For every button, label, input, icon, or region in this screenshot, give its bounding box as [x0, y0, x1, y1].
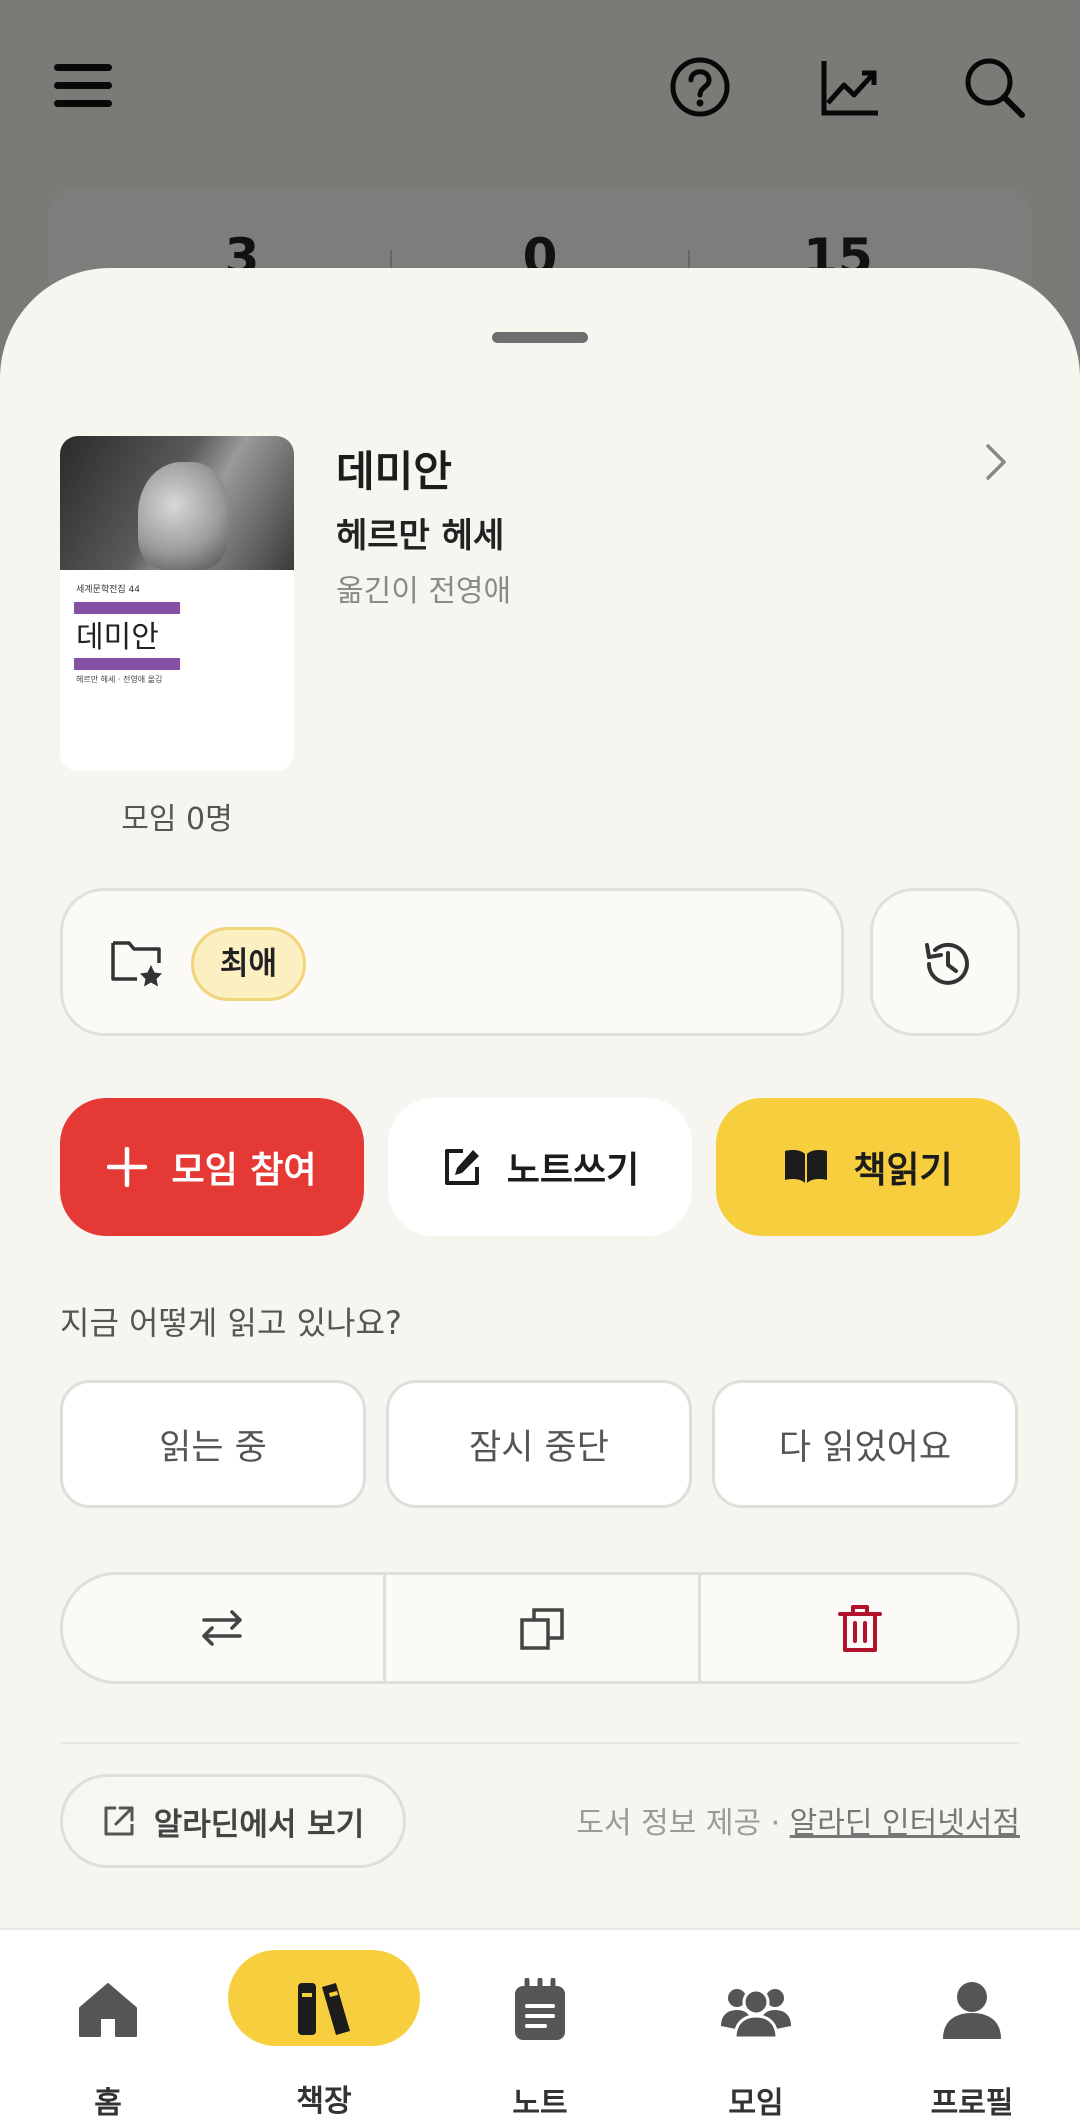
move-button[interactable] [63, 1575, 381, 1681]
read-book-button[interactable]: 책읽기 [716, 1098, 1020, 1236]
status-paused-button[interactable]: 잠시 중단 [386, 1380, 692, 1508]
member-count: 모임 0명 [121, 802, 233, 837]
nav-item-profile[interactable]: 프로필 [864, 1930, 1080, 2122]
bookshelf-icon [298, 1983, 350, 2035]
book-translator: 옮긴이 전영애 [336, 574, 512, 609]
copy-icon [520, 1608, 564, 1650]
section-divider [60, 1742, 1020, 1744]
cover-title: 데미안 [76, 620, 159, 655]
nav-label-profile: 프로필 [930, 2086, 1014, 2121]
drag-handle[interactable] [492, 332, 588, 343]
data-credit: 도서 정보 제공 · 알라딘 인터넷서점 [576, 1798, 1020, 1842]
cover-portrait [138, 462, 228, 570]
credit-prefix: 도서 정보 제공 · [576, 1806, 790, 1841]
nav-label-home: 홈 [94, 2086, 122, 2121]
copy-button[interactable] [383, 1575, 701, 1681]
view-on-aladin-button[interactable]: 알라딘에서 보기 [60, 1774, 406, 1868]
nav-item-notes[interactable]: 노트 [432, 1930, 648, 2122]
status-reading-button[interactable]: 읽는 중 [60, 1380, 366, 1508]
status-finished-button[interactable]: 다 읽었어요 [712, 1380, 1018, 1508]
trash-icon [838, 1605, 882, 1652]
plus-icon [107, 1147, 148, 1187]
book-title: 데미안 [336, 447, 452, 496]
nav-label-notes: 노트 [512, 2086, 568, 2121]
history-button[interactable] [870, 888, 1020, 1036]
group-icon [721, 1988, 791, 2038]
open-book-icon [785, 1150, 828, 1183]
delete-button[interactable] [701, 1575, 1017, 1681]
home-icon [79, 1983, 137, 2037]
book-cover[interactable]: 세계문학전집 44 데미안 헤르만 헤세 · 전영애 옮김 [60, 436, 294, 771]
edit-note-icon [444, 1149, 479, 1185]
join-group-label: 모임 참여 [171, 1150, 317, 1191]
external-link-icon [104, 1806, 134, 1836]
cover-author: 헤르만 헤세 · 전영애 옮김 [76, 675, 163, 684]
folder-star-icon [111, 941, 162, 987]
write-note-button[interactable]: 노트쓰기 [388, 1098, 692, 1236]
shelf-selector[interactable]: 최애 [60, 888, 844, 1036]
write-note-label: 노트쓰기 [506, 1150, 640, 1191]
notepad-icon [515, 1978, 565, 2040]
book-author: 헤르만 헤세 [336, 516, 505, 556]
bottom-nav: 홈 책장 노트 [0, 1928, 1080, 2122]
book-tools-bar [60, 1572, 1020, 1684]
read-book-label: 책읽기 [853, 1150, 953, 1191]
cover-series: 세계문학전집 44 [76, 585, 140, 595]
chevron-right-icon[interactable] [972, 438, 1020, 486]
nav-item-groups[interactable]: 모임 [648, 1930, 864, 2122]
cover-band [74, 658, 180, 670]
nav-label-groups: 모임 [728, 2086, 784, 2121]
profile-icon [943, 1982, 1001, 2039]
nav-label-bookshelf: 책장 [296, 2084, 352, 2119]
history-icon [925, 942, 969, 985]
view-on-aladin-label: 알라딘에서 보기 [153, 1806, 365, 1843]
aladin-store-link[interactable]: 알라딘 인터넷서점 [790, 1806, 1020, 1841]
book-detail-sheet: 세계문학전집 44 데미안 헤르만 헤세 · 전영애 옮김 데미안 헤르만 헤세… [0, 268, 1080, 1928]
shelf-tag[interactable]: 최애 [191, 927, 307, 1001]
swap-arrows-icon [202, 1610, 242, 1646]
reading-status-question: 지금 어떻게 읽고 있나요? [60, 1304, 402, 1342]
join-group-button[interactable]: 모임 참여 [60, 1098, 364, 1236]
nav-item-bookshelf[interactable]: 책장 [216, 1928, 432, 2122]
nav-item-home[interactable]: 홈 [0, 1930, 216, 2122]
